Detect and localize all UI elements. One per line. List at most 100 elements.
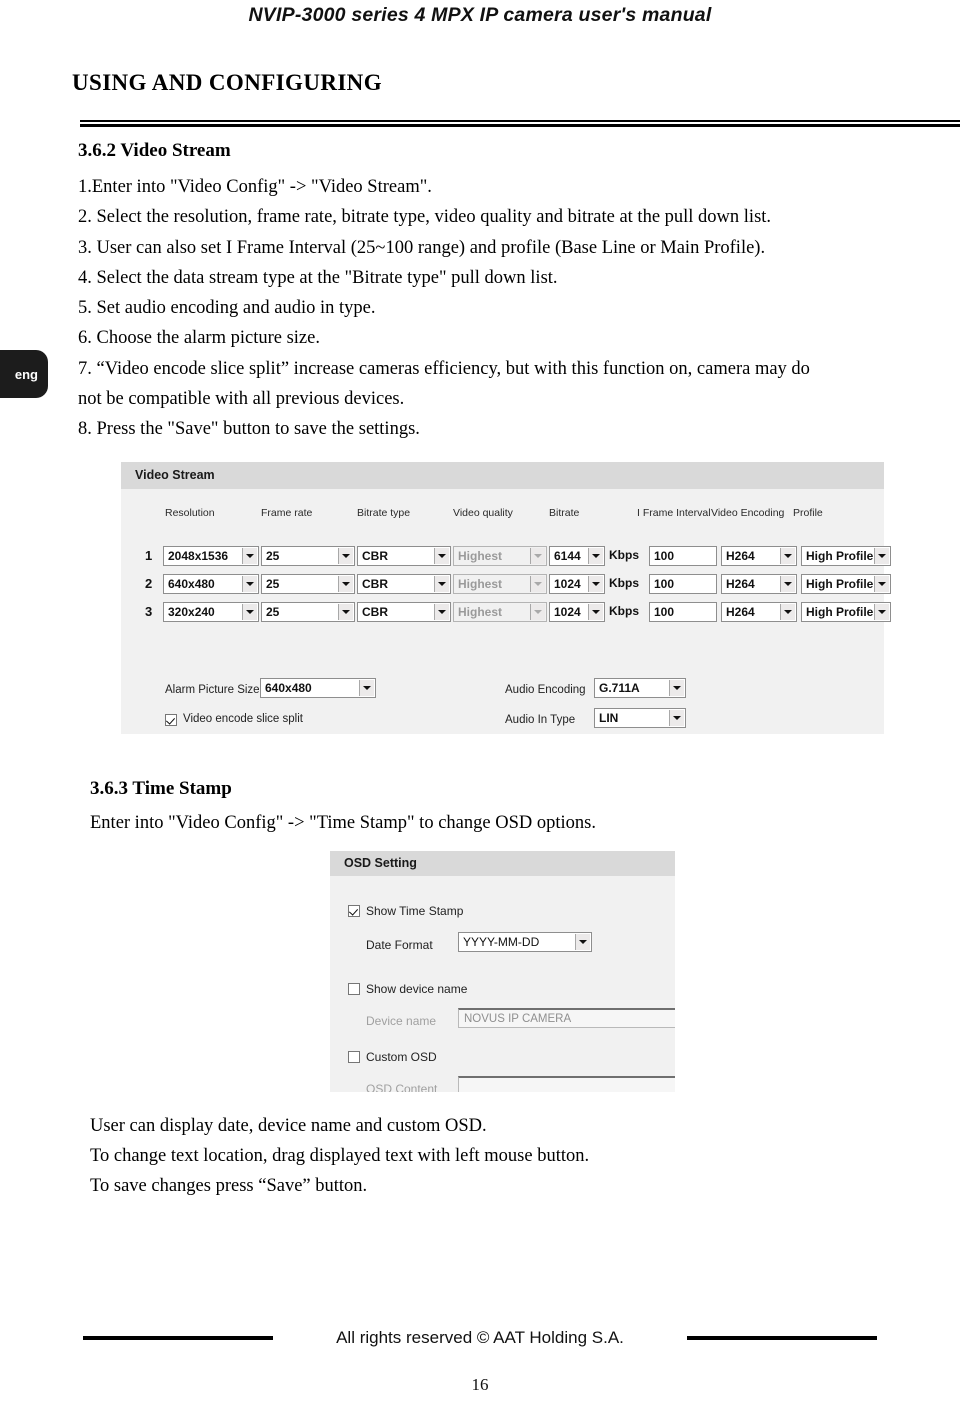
heading-video-stream: 3.6.2 Video Stream: [78, 140, 231, 161]
i-frame-interval-input[interactable]: 100: [649, 574, 717, 594]
chevron-down-icon[interactable]: [588, 604, 603, 620]
video-quality-select[interactable]: Highest: [453, 602, 547, 622]
bitrate-unit-label: Kbps: [609, 548, 639, 562]
step-item: 4. Select the data stream type at the "B…: [78, 267, 558, 288]
chevron-down-icon[interactable]: [780, 604, 795, 620]
chevron-down-icon[interactable]: [874, 576, 889, 592]
chevron-down-icon[interactable]: [530, 576, 545, 592]
chevron-down-icon[interactable]: [575, 934, 590, 950]
profile-select[interactable]: High Profile: [801, 602, 891, 622]
video-encoding-select[interactable]: H264: [721, 602, 797, 622]
chevron-down-icon[interactable]: [669, 680, 684, 696]
chevron-down-icon[interactable]: [874, 548, 889, 564]
chevron-down-icon[interactable]: [669, 710, 684, 726]
language-tab-label: eng: [14, 366, 38, 382]
audio-in-type-label: Audio In Type: [505, 714, 576, 726]
chevron-down-icon[interactable]: [530, 548, 545, 564]
frame-rate-select[interactable]: 25: [261, 602, 355, 622]
custom-osd-label: Custom OSD: [366, 1050, 437, 1064]
header-divider: [80, 120, 960, 127]
alarm-picture-size-label: Alarm Picture Size: [165, 684, 260, 696]
chevron-down-icon[interactable]: [242, 576, 257, 592]
row-index: 3: [145, 604, 153, 619]
bitrate-select[interactable]: 1024: [549, 574, 605, 594]
column-header-profile: Profile: [793, 507, 823, 519]
show-device-name-label: Show device name: [366, 982, 468, 996]
date-format-select[interactable]: YYYY-MM-DD: [458, 932, 592, 952]
osd-content-input[interactable]: [458, 1076, 675, 1092]
chevron-down-icon[interactable]: [242, 548, 257, 564]
row-index: 1: [145, 548, 153, 563]
custom-osd-checkbox[interactable]: [348, 1051, 360, 1063]
show-device-name-checkbox[interactable]: [348, 983, 360, 995]
chevron-down-icon[interactable]: [434, 576, 449, 592]
divider-line-bottom: [80, 124, 960, 127]
show-time-stamp-checkbox[interactable]: [348, 905, 360, 917]
video-encoding-select[interactable]: H264: [721, 574, 797, 594]
chevron-down-icon[interactable]: [780, 576, 795, 592]
footer-copyright: All rights reserved © AAT Holding S.A.: [336, 1328, 624, 1347]
table-row: 1 2048x1536 25 CBR Highest 6144 Kbps 100…: [121, 546, 891, 568]
video-encode-slice-split-label: Video encode slice split: [183, 713, 303, 725]
column-header-i-frame-interval: I Frame Interval: [637, 507, 711, 519]
resolution-select[interactable]: 320x240: [163, 602, 259, 622]
note-line: To save changes press “Save” button.: [90, 1176, 368, 1196]
row-index: 2: [145, 576, 153, 591]
column-header-bitrate: Bitrate: [549, 507, 580, 519]
video-encoding-select[interactable]: H264: [721, 546, 797, 566]
chevron-down-icon[interactable]: [359, 680, 374, 696]
step-item: 5. Set audio encoding and audio in type.: [78, 298, 376, 319]
bitrate-select[interactable]: 1024: [549, 602, 605, 622]
bitrate-select[interactable]: 6144: [549, 546, 605, 566]
audio-in-type-select[interactable]: LIN: [594, 708, 686, 728]
chevron-down-icon[interactable]: [780, 548, 795, 564]
i-frame-interval-input[interactable]: 100: [649, 546, 717, 566]
video-stream-steps: 1.Enter into "Video Config" -> "Video St…: [78, 172, 943, 445]
video-quality-select[interactable]: Highest: [453, 546, 547, 566]
chevron-down-icon[interactable]: [530, 604, 545, 620]
frame-rate-select[interactable]: 25: [261, 546, 355, 566]
video-stream-panel-title: Video Stream: [121, 462, 884, 489]
page-title: USING AND CONFIGURING: [72, 70, 382, 95]
table-row: 2 640x480 25 CBR Highest 1024 Kbps 100 H…: [121, 574, 891, 596]
resolution-select[interactable]: 2048x1536: [163, 546, 259, 566]
chevron-down-icon[interactable]: [338, 576, 353, 592]
bitrate-type-select[interactable]: CBR: [357, 546, 451, 566]
time-stamp-intro: Enter into "Video Config" -> "Time Stamp…: [90, 813, 596, 833]
bitrate-type-select[interactable]: CBR: [357, 574, 451, 594]
bitrate-type-select[interactable]: CBR: [357, 602, 451, 622]
chevron-down-icon[interactable]: [338, 604, 353, 620]
page-number: 16: [471, 1375, 489, 1394]
chevron-down-icon[interactable]: [874, 604, 889, 620]
step-item: 3. User can also set I Frame Interval (2…: [78, 237, 766, 258]
note-line: User can display date, device name and c…: [90, 1116, 487, 1136]
note-line: To change text location, drag displayed …: [90, 1146, 590, 1166]
resolution-select[interactable]: 640x480: [163, 574, 259, 594]
divider-line-top: [80, 120, 960, 122]
alarm-picture-size-select[interactable]: 640x480: [260, 678, 376, 698]
device-name-input[interactable]: NOVUS IP CAMERA: [458, 1008, 675, 1028]
frame-rate-select[interactable]: 25: [261, 574, 355, 594]
video-quality-select[interactable]: Highest: [453, 574, 547, 594]
bitrate-unit-label: Kbps: [609, 604, 639, 618]
audio-encoding-select[interactable]: G.711A: [594, 678, 686, 698]
chevron-down-icon[interactable]: [588, 548, 603, 564]
video-encode-slice-split-checkbox[interactable]: [165, 714, 177, 726]
profile-select[interactable]: High Profile: [801, 574, 891, 594]
step-item: 8. Press the "Save" button to save the s…: [78, 419, 420, 440]
chevron-down-icon[interactable]: [338, 548, 353, 564]
osd-content-label: OSD Content: [366, 1082, 438, 1092]
chevron-down-icon[interactable]: [242, 604, 257, 620]
heading-time-stamp: 3.6.3 Time Stamp: [90, 778, 232, 799]
chevron-down-icon[interactable]: [434, 604, 449, 620]
i-frame-interval-input[interactable]: 100: [649, 602, 717, 622]
chevron-down-icon[interactable]: [588, 576, 603, 592]
step-item: 1.Enter into "Video Config" -> "Video St…: [78, 177, 432, 197]
chevron-down-icon[interactable]: [434, 548, 449, 564]
device-name-label: Device name: [366, 1014, 437, 1028]
show-time-stamp-label: Show Time Stamp: [366, 904, 464, 918]
language-tab-eng[interactable]: eng: [0, 350, 48, 398]
column-header-video-quality: Video quality: [453, 507, 513, 519]
profile-select[interactable]: High Profile: [801, 546, 891, 566]
step-item: 6. Choose the alarm picture size.: [78, 328, 320, 349]
